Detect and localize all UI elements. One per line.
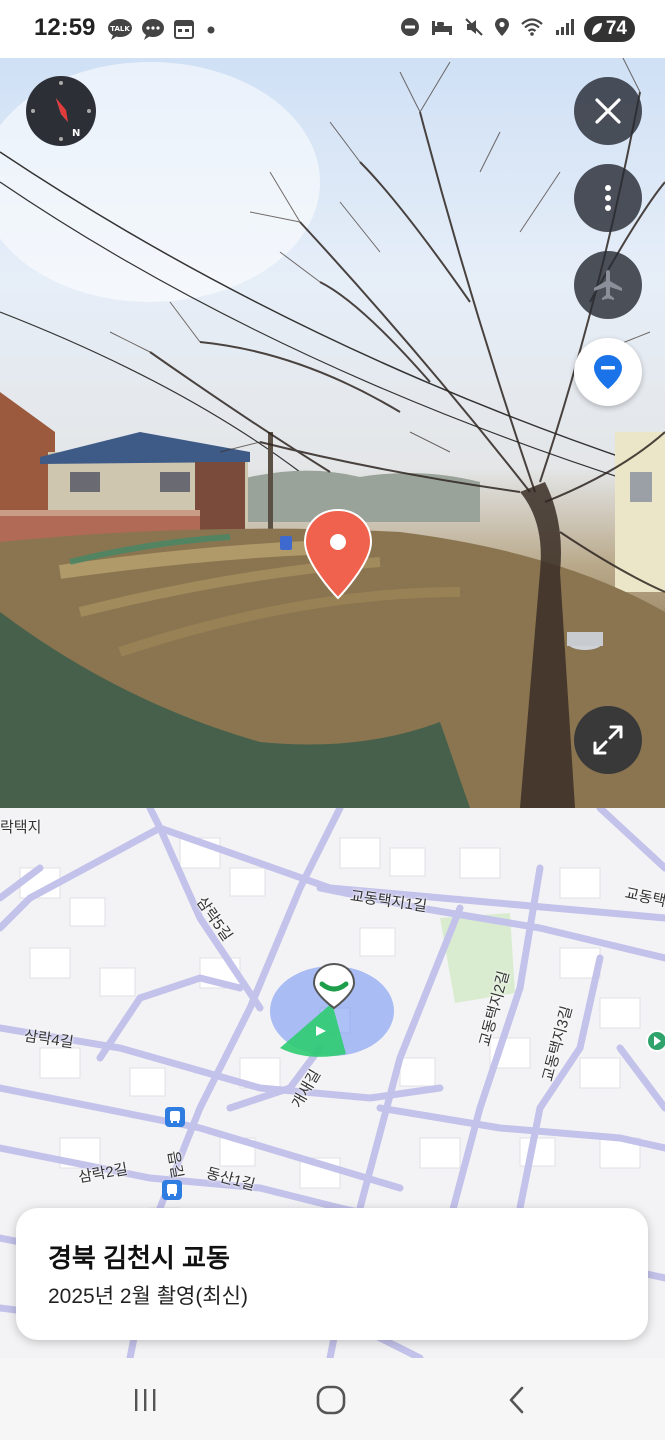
mute-icon (464, 17, 484, 42)
recent-apps-button[interactable] (125, 1380, 165, 1420)
dnd-icon (400, 17, 420, 42)
system-navigation-bar (0, 1358, 665, 1440)
status-time: 12:59 (34, 14, 96, 41)
expand-icon (593, 725, 623, 755)
street-view-panorama[interactable]: N (0, 52, 665, 808)
recent-apps-icon (135, 1389, 156, 1411)
compass-button[interactable]: N (26, 76, 96, 146)
dot-icon (203, 18, 219, 45)
location-marker-icon[interactable] (303, 508, 373, 600)
airplane-icon (594, 270, 622, 300)
calendar-icon (173, 18, 195, 45)
wifi-icon (520, 17, 544, 42)
talk-icon: TALK (107, 18, 133, 45)
map-pin-toggle-button[interactable] (574, 338, 642, 406)
back-button[interactable] (497, 1380, 537, 1420)
svg-text:TALK: TALK (110, 25, 130, 33)
panorama-scene (0, 52, 665, 808)
capture-date: 2025년 2월 촬영(최신) (48, 1285, 248, 1308)
more-icon (605, 185, 611, 211)
compass-icon: N (31, 81, 91, 141)
status-left-icons: TALK (107, 18, 219, 45)
signal-icon (554, 17, 574, 42)
close-button[interactable] (574, 77, 642, 145)
aerial-view-button[interactable] (574, 251, 642, 319)
status-right-icons: 74 (400, 16, 635, 42)
status-bar: 12:59 TALK 74 (0, 0, 665, 58)
bus-stop-icon[interactable] (161, 1179, 183, 1201)
home-button[interactable] (311, 1380, 351, 1420)
home-icon (316, 1385, 346, 1415)
back-icon (509, 1386, 524, 1414)
street-view-pegman-icon[interactable] (312, 962, 356, 1010)
location-title: 경북 김천시 교동 (48, 1243, 230, 1273)
map-label-short: 읍길 (164, 1149, 186, 1180)
svg-text:N: N (72, 128, 80, 139)
location-info-card[interactable]: 경북 김천시 교동 2025년 2월 촬영(최신) (16, 1208, 648, 1340)
pin-toggle-icon (594, 355, 622, 389)
message-icon (141, 18, 165, 45)
bus-stop-icon[interactable] (164, 1106, 186, 1128)
more-options-button[interactable] (574, 164, 642, 232)
close-icon (595, 98, 621, 124)
sleep-icon (430, 17, 454, 42)
map-label-taekji: 락택지 (0, 819, 42, 836)
battery-level: 74 (605, 18, 627, 39)
battery-icon: 74 (583, 16, 635, 42)
poi-icon[interactable] (646, 1030, 665, 1052)
expand-button[interactable] (574, 706, 642, 774)
location-icon (494, 17, 510, 42)
